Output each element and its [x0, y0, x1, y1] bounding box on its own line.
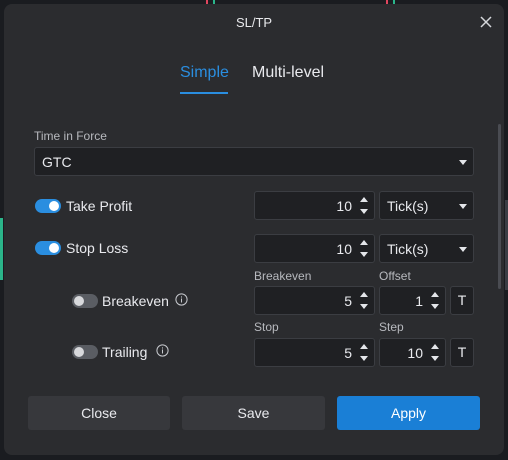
background-chart-fragment	[0, 218, 3, 280]
trailing-stop-input[interactable]: 5	[254, 338, 375, 367]
spin-up-icon[interactable]	[360, 292, 368, 297]
trailing-stop-label: Stop	[254, 320, 279, 334]
breakeven-input[interactable]: 5	[254, 286, 375, 315]
breakeven-value-label: Breakeven	[254, 269, 312, 283]
take-profit-label: Take Profit	[66, 198, 133, 214]
dialog-title: SL/TP	[235, 15, 273, 30]
offset-label: Offset	[379, 269, 411, 283]
trailing-label: Trailing	[102, 344, 148, 360]
chevron-down-icon	[459, 247, 467, 252]
spin-down-icon[interactable]	[360, 209, 368, 214]
stop-loss-toggle[interactable]	[35, 241, 61, 255]
offset-value: 1	[415, 293, 423, 309]
sltp-dialog: SL/TP Simple Multi-level Time in Force G…	[4, 4, 504, 455]
stop-loss-value: 10	[336, 241, 352, 257]
stop-loss-input[interactable]: 10	[254, 234, 375, 263]
breakeven-label: Breakeven	[102, 293, 169, 309]
spin-up-icon[interactable]	[431, 344, 439, 349]
close-icon[interactable]	[478, 14, 494, 30]
save-button[interactable]: Save	[182, 396, 325, 430]
chevron-down-icon	[459, 204, 467, 209]
stop-loss-unit-select[interactable]: Tick(s)	[379, 234, 474, 263]
take-profit-unit-select[interactable]: Tick(s)	[379, 191, 474, 220]
breakeven-value: 5	[344, 293, 352, 309]
spin-up-icon[interactable]	[360, 197, 368, 202]
trailing-step-input[interactable]: 10	[379, 338, 446, 367]
spin-up-icon[interactable]	[431, 292, 439, 297]
spin-up-icon[interactable]	[360, 240, 368, 245]
spin-up-icon[interactable]	[360, 344, 368, 349]
spin-down-icon[interactable]	[431, 356, 439, 361]
chevron-down-icon	[459, 160, 467, 165]
time-in-force-label: Time in Force	[34, 129, 107, 143]
scrollbar-thumb[interactable]	[498, 124, 501, 289]
tab-simple[interactable]: Simple	[180, 64, 229, 82]
time-in-force-select[interactable]: GTC	[34, 147, 474, 176]
spin-down-icon[interactable]	[431, 304, 439, 309]
take-profit-unit: Tick(s)	[387, 198, 429, 214]
trailing-step-label: Step	[379, 320, 404, 334]
spin-down-icon[interactable]	[360, 252, 368, 257]
tab-multi-level[interactable]: Multi-level	[252, 64, 324, 82]
time-in-force-value: GTC	[42, 154, 72, 170]
take-profit-input[interactable]: 10	[254, 191, 375, 220]
take-profit-value: 10	[336, 198, 352, 214]
trailing-unit-button[interactable]: T	[450, 338, 474, 367]
offset-input[interactable]: 1	[379, 286, 446, 315]
trailing-stop-value: 5	[344, 345, 352, 361]
trailing-step-value: 10	[407, 345, 423, 361]
close-button[interactable]: Close	[28, 396, 170, 430]
breakeven-toggle[interactable]	[72, 294, 98, 308]
breakeven-unit-button[interactable]: T	[450, 286, 474, 315]
take-profit-toggle[interactable]	[35, 199, 61, 213]
apply-button[interactable]: Apply	[337, 396, 480, 430]
spin-down-icon[interactable]	[360, 304, 368, 309]
trailing-toggle[interactable]	[72, 345, 98, 359]
stop-loss-unit: Tick(s)	[387, 241, 429, 257]
spin-down-icon[interactable]	[360, 356, 368, 361]
active-tab-indicator	[180, 92, 228, 94]
info-icon[interactable]	[156, 344, 169, 357]
stop-loss-label: Stop Loss	[66, 240, 129, 256]
info-icon[interactable]	[175, 293, 188, 306]
